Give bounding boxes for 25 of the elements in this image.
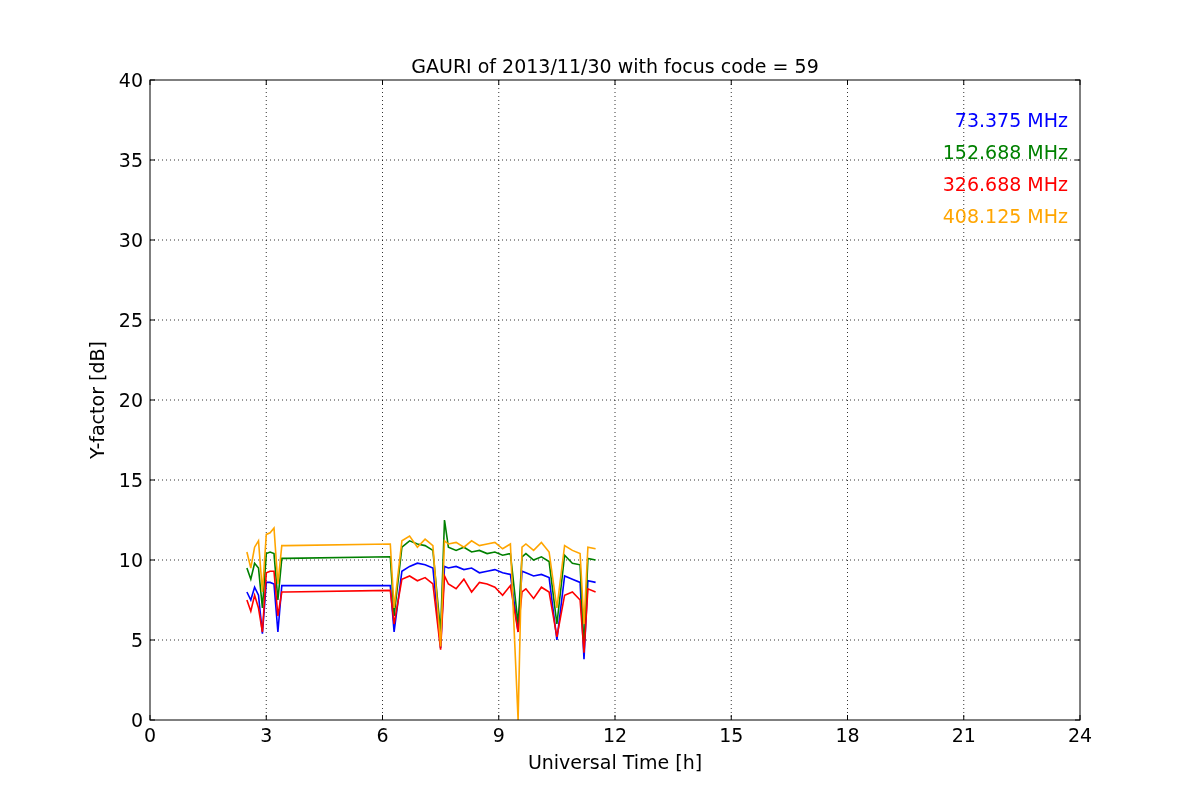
x-tick-label: 15 [719, 724, 744, 746]
x-tick-label: 21 [951, 724, 976, 746]
y-tick-label: 35 [118, 149, 143, 171]
x-tick-label: 24 [1067, 724, 1093, 746]
x-tick-label: 3 [260, 724, 273, 746]
y-tick-label: 5 [130, 629, 143, 651]
y-tick-label: 20 [118, 389, 143, 411]
x-axis-label: Universal Time [h] [527, 751, 703, 773]
legend-label: 408.125 MHz [942, 205, 1068, 227]
x-tick-label: 18 [835, 724, 860, 746]
y-tick-label: 30 [118, 229, 143, 251]
x-tick-label: 0 [143, 724, 157, 746]
y-tick-label: 10 [118, 549, 143, 571]
y-axis-label: Y-factor [dB] [86, 341, 108, 459]
x-tick-label: 9 [492, 724, 505, 746]
legend-label: 326.688 MHz [942, 173, 1068, 195]
chart-title: GAURI of 2013/11/30 with focus code = 59 [411, 55, 819, 77]
x-tick-label: 12 [602, 724, 628, 746]
legend-label: 152.688 MHz [942, 141, 1068, 163]
y-tick-label: 25 [118, 309, 143, 331]
legend-label: 73.375 MHz [954, 109, 1068, 131]
x-tick-label: 6 [376, 724, 389, 746]
y-tick-label: 40 [118, 69, 143, 91]
y-tick-label: 15 [118, 469, 143, 491]
y-tick-label: 0 [130, 709, 143, 731]
